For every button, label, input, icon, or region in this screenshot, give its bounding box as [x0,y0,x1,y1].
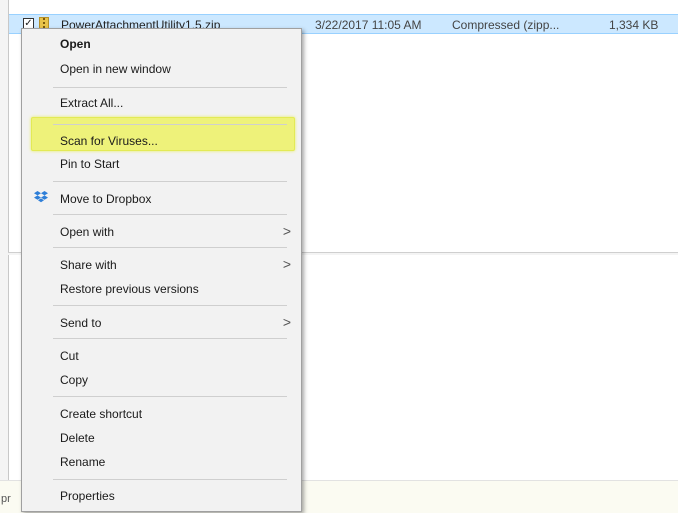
menu-label-rename: Rename [60,455,106,469]
menu-label-share-with: Share with [60,258,117,272]
menu-label-properties: Properties [60,489,115,503]
menu-item-create-shortcut[interactable]: Create shortcut [24,402,299,426]
menu-item-delete[interactable]: Delete [24,426,299,450]
menu-item-scan-viruses[interactable]: Scan for Viruses... [24,129,299,153]
menu-label-open: Open [60,37,91,51]
menu-item-share-with[interactable]: Share with > [24,253,299,277]
context-menu: Open Open in new window Extract All... S… [21,28,302,512]
menu-item-properties[interactable]: Properties [24,484,299,508]
menu-label-scan-viruses: Scan for Viruses... [60,134,158,148]
dropbox-icon [34,191,48,203]
menu-separator [53,396,287,397]
menu-label-send-to: Send to [60,316,102,330]
menu-label-copy: Copy [60,373,89,387]
file-type: Compressed (zipp... [452,18,560,32]
menu-label-pin-to-start: Pin to Start [60,157,120,171]
chevron-right-icon: > [282,314,291,330]
menu-item-open[interactable]: Open [24,32,299,56]
menu-item-move-to-dropbox[interactable]: Move to Dropbox [24,187,299,211]
menu-separator [53,479,287,480]
menu-item-send-to[interactable]: Send to > [24,311,299,335]
chevron-right-icon: > [282,223,291,239]
menu-separator [53,124,287,125]
menu-item-copy[interactable]: Copy [24,368,299,392]
menu-label-create-shortcut: Create shortcut [60,407,143,421]
menu-item-pin-to-start[interactable]: Pin to Start [24,152,299,176]
menu-label-cut: Cut [60,349,79,363]
menu-separator [53,338,287,339]
menu-label-move-to-dropbox: Move to Dropbox [60,192,152,206]
menu-separator [53,87,287,88]
menu-label-open-with: Open with [60,225,115,239]
menu-item-extract-all[interactable]: Extract All... [24,91,299,115]
menu-separator [53,214,287,215]
chevron-right-icon: > [282,256,291,272]
menu-label-open-new-window: Open in new window [60,62,171,76]
menu-item-cut[interactable]: Cut [24,344,299,368]
menu-label-restore-versions: Restore previous versions [60,282,199,296]
menu-label-extract-all: Extract All... [60,96,124,110]
status-text: pr [1,493,11,505]
menu-separator [53,305,287,306]
menu-item-open-with[interactable]: Open with > [24,220,299,244]
menu-item-restore-versions[interactable]: Restore previous versions [24,277,299,301]
file-date-modified: 3/22/2017 11:05 AM [315,18,422,32]
menu-separator [53,181,287,182]
menu-item-open-new-window[interactable]: Open in new window [24,57,299,81]
file-size: 1,334 KB [609,18,659,32]
menu-label-delete: Delete [60,431,95,445]
menu-item-rename[interactable]: Rename [24,450,299,474]
menu-separator [53,247,287,248]
